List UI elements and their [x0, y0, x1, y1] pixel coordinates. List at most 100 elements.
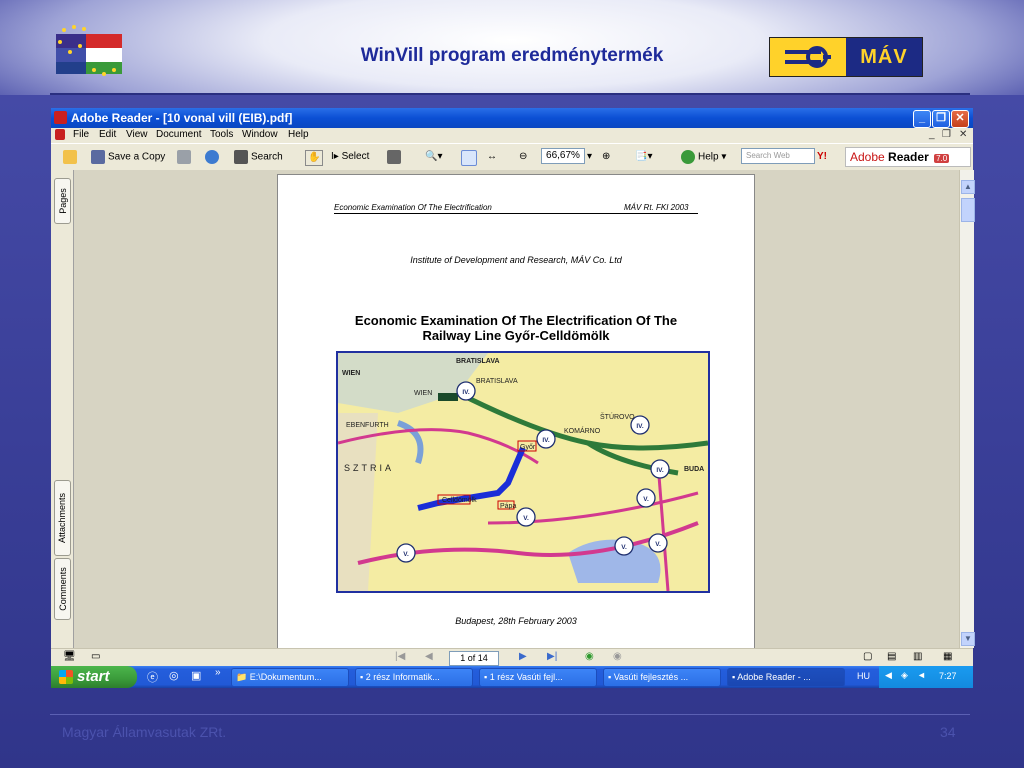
doc-restore-icon[interactable]: ❐: [942, 129, 951, 140]
next-view-button[interactable]: ◉: [613, 651, 622, 662]
previous-view-button[interactable]: ◉: [585, 651, 594, 662]
document-view[interactable]: Economic Examination Of The Electrificat…: [74, 170, 960, 648]
footer-rule: [50, 714, 970, 715]
email-button[interactable]: [205, 150, 222, 164]
previous-page-button[interactable]: ◀: [425, 651, 433, 662]
tray-icon-back[interactable]: ◀: [885, 670, 892, 681]
magnifier-icon: 🔍▾: [425, 151, 443, 162]
institute-line: Institute of Development and Research, M…: [410, 255, 622, 265]
hand-tool-button[interactable]: ✋: [305, 150, 324, 166]
page-number-field[interactable]: 1 of 14: [449, 651, 499, 666]
doc-minimize-icon[interactable]: _: [929, 129, 935, 140]
menu-view[interactable]: View: [126, 129, 148, 140]
svg-text:ŠTÚROVO: ŠTÚROVO: [600, 412, 635, 421]
language-indicator[interactable]: HU: [857, 671, 870, 681]
clock: 7:27: [939, 671, 957, 681]
camera-icon: [387, 150, 401, 164]
first-page-button[interactable]: |◀: [395, 651, 405, 662]
toolbar: Save a Copy Search ✋ I▸ Select 🔍▾ ↔ ⊖ 66…: [51, 143, 973, 171]
quicklaunch-expand-icon[interactable]: »: [215, 667, 221, 678]
page-header-rule: [334, 213, 698, 214]
continuous-facing-icon[interactable]: ▦: [943, 651, 952, 662]
open-button[interactable]: [63, 150, 80, 164]
tab-attachments[interactable]: Attachments: [54, 480, 71, 556]
save-copy-button[interactable]: Save a Copy: [91, 150, 165, 164]
task-adobe-reader[interactable]: ▪ Adobe Reader - ...: [727, 668, 845, 687]
mav-logo: MÁV: [769, 37, 923, 77]
scroll-thumb[interactable]: [961, 198, 975, 222]
select-tool-button[interactable]: I▸ Select: [331, 150, 369, 164]
media-icon[interactable]: ▣: [191, 669, 201, 682]
task-explorer-label: E:\Dokumentum...: [249, 672, 322, 682]
scroll-up-arrow-icon[interactable]: ▲: [961, 180, 975, 194]
window-titlebar[interactable]: Adobe Reader - [10 vonal vill (EIB).pdf]…: [51, 108, 973, 128]
vertical-scrollbar[interactable]: ▲ ▼: [959, 170, 975, 648]
zoom-out-button[interactable]: ⊖: [519, 150, 527, 164]
menu-edit[interactable]: Edit: [99, 129, 116, 140]
zoom-in-icon: ⊕: [602, 151, 611, 162]
svg-text:V.: V.: [643, 496, 649, 503]
tab-attachments-label: Attachments: [57, 492, 68, 544]
minimize-button[interactable]: _: [913, 110, 931, 128]
zoom-in-tool-button[interactable]: 🔍▾: [425, 150, 442, 164]
scroll-down-arrow-icon[interactable]: ▼: [961, 632, 975, 646]
windows-logo-icon: [59, 670, 73, 685]
task-ppt-1-label: 2 rész Informatik...: [365, 672, 440, 682]
open-folder-icon: [63, 150, 77, 164]
document-icon: [55, 129, 65, 140]
close-button[interactable]: ✕: [951, 110, 969, 128]
single-page-icon[interactable]: ▢: [863, 651, 872, 662]
text-cursor-icon: I▸: [331, 151, 342, 162]
continuous-icon[interactable]: ▤: [887, 651, 896, 662]
mav-rail-icon: [770, 38, 846, 76]
tray-icon-network[interactable]: ◈: [901, 670, 908, 681]
actual-size-button[interactable]: [461, 150, 480, 166]
tab-pages[interactable]: Pages: [54, 178, 71, 224]
page-layout-icon[interactable]: ▭: [91, 651, 100, 662]
last-page-button[interactable]: ▶|: [547, 651, 557, 662]
svg-text:BRATISLAVA: BRATISLAVA: [476, 378, 518, 385]
doc-close-icon[interactable]: ✕: [959, 129, 967, 140]
slide-number: 34: [940, 724, 956, 740]
menu-file[interactable]: File: [73, 129, 89, 140]
navigation-panel: Pages Attachments Comments: [51, 170, 74, 648]
zoom-level-field[interactable]: 66,67%: [541, 148, 585, 164]
rotate-view-button[interactable]: 📑▾: [635, 150, 652, 164]
menu-document[interactable]: Document: [156, 129, 202, 140]
help-label: Help: [698, 151, 719, 163]
print-button[interactable]: [177, 150, 194, 164]
next-page-button[interactable]: ▶: [519, 651, 527, 662]
svg-text:BRATISLAVA: BRATISLAVA: [456, 358, 500, 365]
task-explorer[interactable]: 📁 E:\Dokumentum...: [231, 668, 349, 687]
zoom-in-button[interactable]: ⊕: [602, 150, 610, 164]
reader-brand-text: Reader: [888, 150, 929, 164]
svg-text:WIEN: WIEN: [414, 390, 432, 397]
system-tray: ◀ ◈ ◄ 7:27: [879, 666, 973, 688]
maximize-button[interactable]: ❐: [932, 110, 950, 128]
start-button[interactable]: start: [51, 666, 137, 688]
task-ppt-2[interactable]: ▪ 1 rész Vasúti fejl...: [479, 668, 597, 687]
menu-tools[interactable]: Tools: [210, 129, 233, 140]
yahoo-icon[interactable]: Y!: [817, 150, 827, 164]
facing-icon[interactable]: ▥: [913, 651, 922, 662]
window-title: Adobe Reader - [10 vonal vill (EIB).pdf]: [71, 111, 293, 125]
task-ppt-1[interactable]: ▪ 2 rész Informatik...: [355, 668, 473, 687]
svg-text:WIEN: WIEN: [342, 370, 360, 377]
search-web-input[interactable]: Search Web: [741, 148, 815, 164]
snapshot-button[interactable]: [387, 150, 404, 164]
fit-width-button[interactable]: ↔: [487, 150, 497, 164]
ie-icon[interactable]: ⓔ: [147, 669, 158, 685]
outlook-icon[interactable]: ◎: [169, 669, 179, 682]
help-button[interactable]: Help ▾: [681, 150, 726, 164]
svg-text:Celldömölk: Celldömölk: [442, 497, 477, 504]
tab-comments[interactable]: Comments: [54, 558, 71, 620]
monitor-icon[interactable]: 🖥: [63, 651, 76, 662]
menubar: File Edit View Document Tools Window Hel…: [51, 128, 973, 143]
menu-window[interactable]: Window: [242, 129, 278, 140]
zoom-dropdown[interactable]: ▾: [587, 150, 592, 164]
menu-help[interactable]: Help: [288, 129, 309, 140]
search-button[interactable]: Search: [234, 150, 283, 164]
task-ppt-3[interactable]: ▪ Vasúti fejlesztés ...: [603, 668, 721, 687]
tray-icon-volume[interactable]: ◄: [917, 670, 926, 680]
adobe-reader-window[interactable]: Adobe Reader - [10 vonal vill (EIB).pdf]…: [51, 108, 975, 688]
